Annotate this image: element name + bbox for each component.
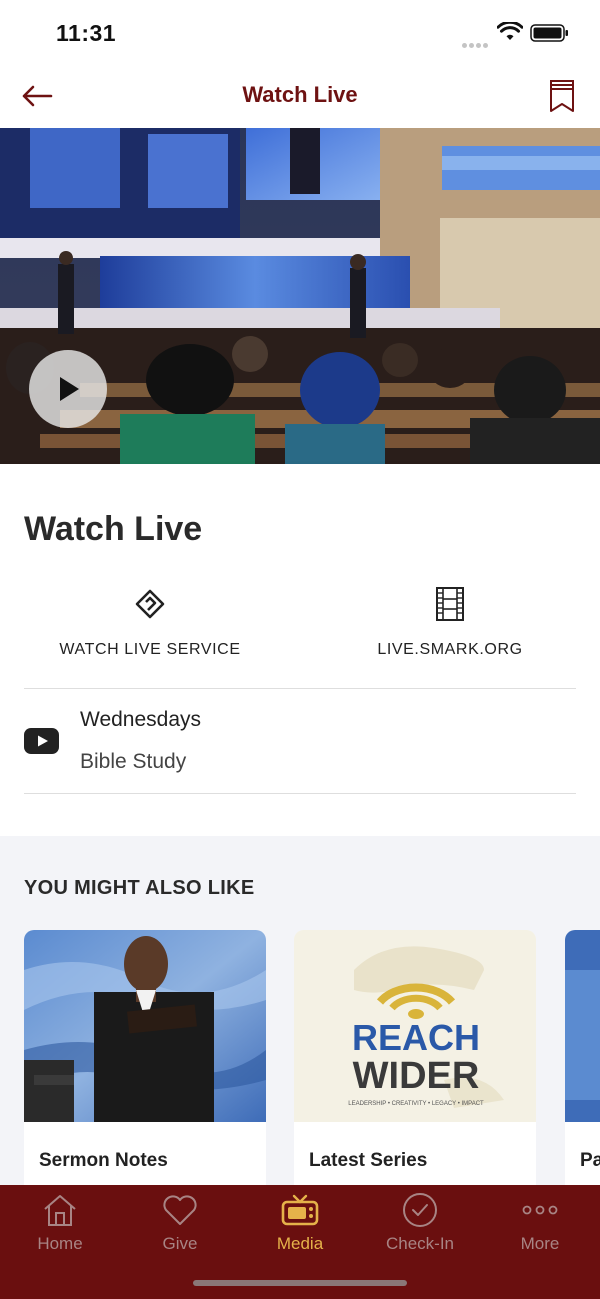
recommendation-card-partial[interactable]: Pa (565, 930, 600, 1186)
play-button[interactable] (29, 350, 107, 428)
tab-label-check-in: Check-In (385, 1234, 455, 1253)
sermon-notes-thumbnail (24, 930, 266, 1122)
check-circle-icon (403, 1193, 437, 1227)
tab-label-more: More (520, 1234, 560, 1253)
watch-live-service-label: WATCH LIVE SERVICE (59, 641, 241, 658)
reach-wider-artwork-line2: WIDER (353, 1055, 480, 1097)
status-bar: 11:31 (0, 0, 600, 66)
youtube-icon (24, 728, 59, 754)
film-strip-icon (436, 587, 464, 621)
tab-give[interactable]: Give (120, 1185, 240, 1265)
bookmark-icon (550, 80, 574, 112)
tab-home[interactable]: Home (0, 1185, 120, 1265)
recommendation-title: Pa (580, 1150, 600, 1171)
tab-label-home: Home (37, 1234, 83, 1253)
tab-check-in[interactable]: Check-In (360, 1185, 480, 1265)
tab-label-media: Media (276, 1234, 324, 1253)
home-indicator[interactable] (193, 1280, 407, 1286)
home-icon (44, 1195, 76, 1226)
navigation-bar: Watch Live (0, 66, 600, 128)
more-dots-icon (522, 1205, 558, 1215)
recommendations-section: YOU MIGHT ALSO LIKE Sermon Notes REACH W… (0, 836, 600, 1186)
heart-icon (163, 1195, 197, 1225)
list-item-wednesdays-bible-study[interactable]: Wednesdays Bible Study (0, 689, 600, 793)
list-item-title: Wednesdays (80, 708, 202, 731)
live-smark-org-label: LIVE.SMARK.ORG (377, 641, 523, 658)
recommendation-title: Sermon Notes (39, 1150, 168, 1171)
link-icon (135, 589, 165, 619)
wifi-icon (497, 22, 523, 40)
battery-icon (530, 24, 568, 42)
recommendations-heading: YOU MIGHT ALSO LIKE (24, 877, 255, 899)
tab-label-give: Give (162, 1234, 198, 1253)
tab-media[interactable]: Media (240, 1185, 360, 1265)
recommendation-title: Latest Series (309, 1150, 428, 1171)
signal-icon (462, 35, 490, 48)
section-heading: Watch Live (24, 510, 203, 548)
list-item-subtitle: Bible Study (80, 750, 187, 773)
play-icon (60, 377, 79, 401)
status-time: 11:31 (56, 20, 117, 46)
latest-series-thumbnail: REACH WIDER LEADERSHIP • CREATIVITY • LE… (294, 930, 536, 1122)
divider (24, 793, 576, 794)
tv-icon (281, 1194, 319, 1226)
partial-card-thumbnail (565, 930, 600, 1122)
reach-wider-artwork-tagline: LEADERSHIP • CREATIVITY • LEGACY • IMPAC… (348, 1101, 484, 1107)
tab-more[interactable]: More (480, 1185, 600, 1265)
live-smark-org-button[interactable]: LIVE.SMARK.ORG (300, 584, 600, 668)
recommendation-card-latest-series[interactable]: REACH WIDER LEADERSHIP • CREATIVITY • LE… (294, 930, 536, 1186)
page-title: Watch Live (242, 82, 358, 107)
bookmark-button[interactable] (546, 78, 578, 114)
reach-wider-artwork-line1: REACH (352, 1017, 480, 1058)
recommendation-card-sermon-notes[interactable]: Sermon Notes (24, 930, 266, 1186)
watch-live-service-button[interactable]: WATCH LIVE SERVICE (0, 584, 300, 668)
